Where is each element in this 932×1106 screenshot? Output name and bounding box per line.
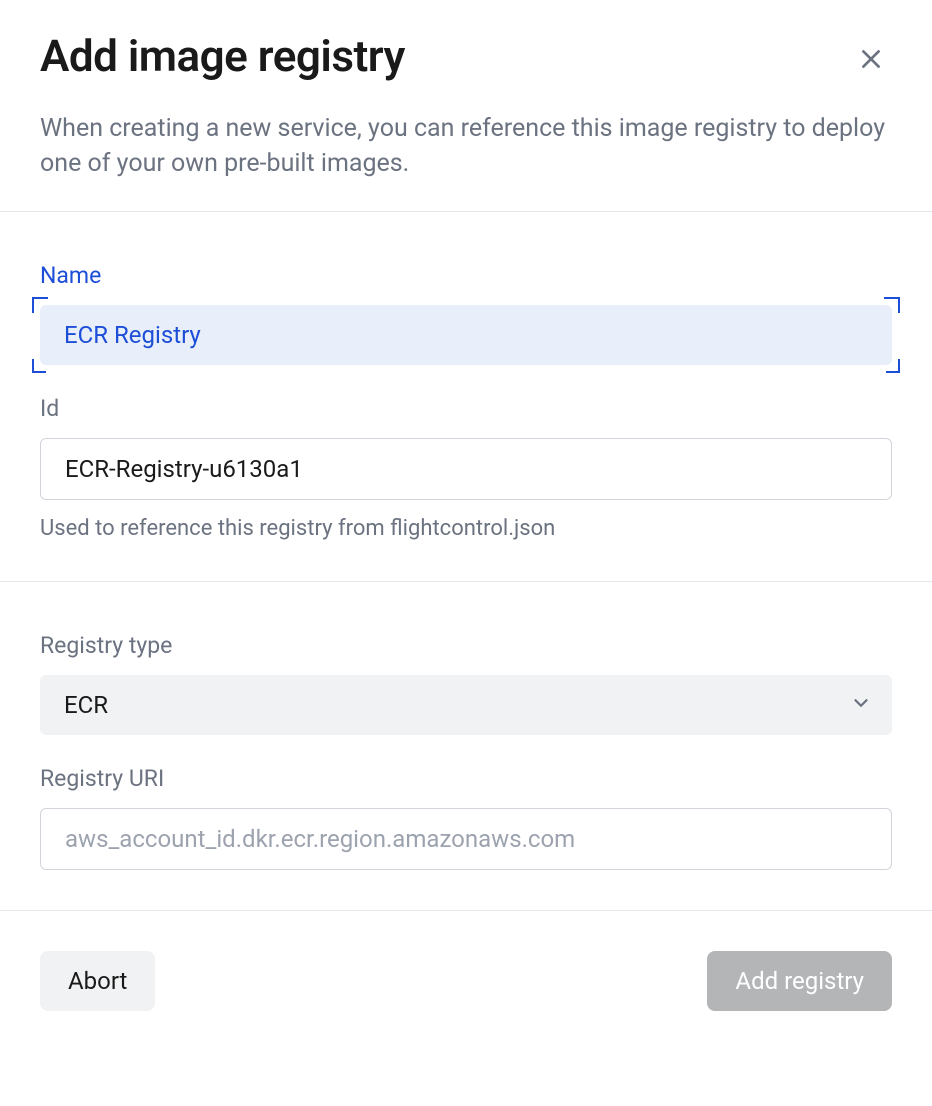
registry-type-label: Registry type xyxy=(40,632,892,659)
modal-footer: Abort Add registry xyxy=(0,911,932,1051)
name-label: Name xyxy=(40,262,892,289)
registry-uri-label: Registry URI xyxy=(40,765,892,792)
close-icon xyxy=(858,46,884,75)
add-registry-button[interactable]: Add registry xyxy=(707,951,892,1011)
id-label: Id xyxy=(40,395,892,422)
registry-type-select[interactable]: ECR xyxy=(40,675,892,735)
registry-type-select-wrapper: ECR xyxy=(40,675,892,735)
add-image-registry-modal: Add image registry When creating a new s… xyxy=(0,0,932,1051)
form-section-identity: Name Id Used to reference this registry … xyxy=(0,212,932,581)
id-field: Id Used to reference this registry from … xyxy=(40,395,892,541)
registry-uri-input-wrapper xyxy=(40,808,892,870)
name-field: Name xyxy=(40,262,892,365)
name-input[interactable] xyxy=(40,305,892,365)
modal-title: Add image registry xyxy=(40,30,405,82)
id-input-wrapper xyxy=(40,438,892,500)
form-section-registry: Registry type ECR Registry URI xyxy=(0,582,932,910)
abort-button[interactable]: Abort xyxy=(40,951,155,1011)
registry-type-field: Registry type ECR xyxy=(40,632,892,735)
registry-uri-input[interactable] xyxy=(40,808,892,870)
header-row: Add image registry xyxy=(40,30,892,83)
modal-header: Add image registry When creating a new s… xyxy=(0,0,932,211)
id-input[interactable] xyxy=(40,438,892,500)
name-input-wrapper xyxy=(40,305,892,365)
registry-uri-field: Registry URI xyxy=(40,765,892,870)
close-button[interactable] xyxy=(850,38,892,83)
modal-subtitle: When creating a new service, you can ref… xyxy=(40,111,890,181)
id-helper-text: Used to reference this registry from fli… xyxy=(40,516,892,541)
